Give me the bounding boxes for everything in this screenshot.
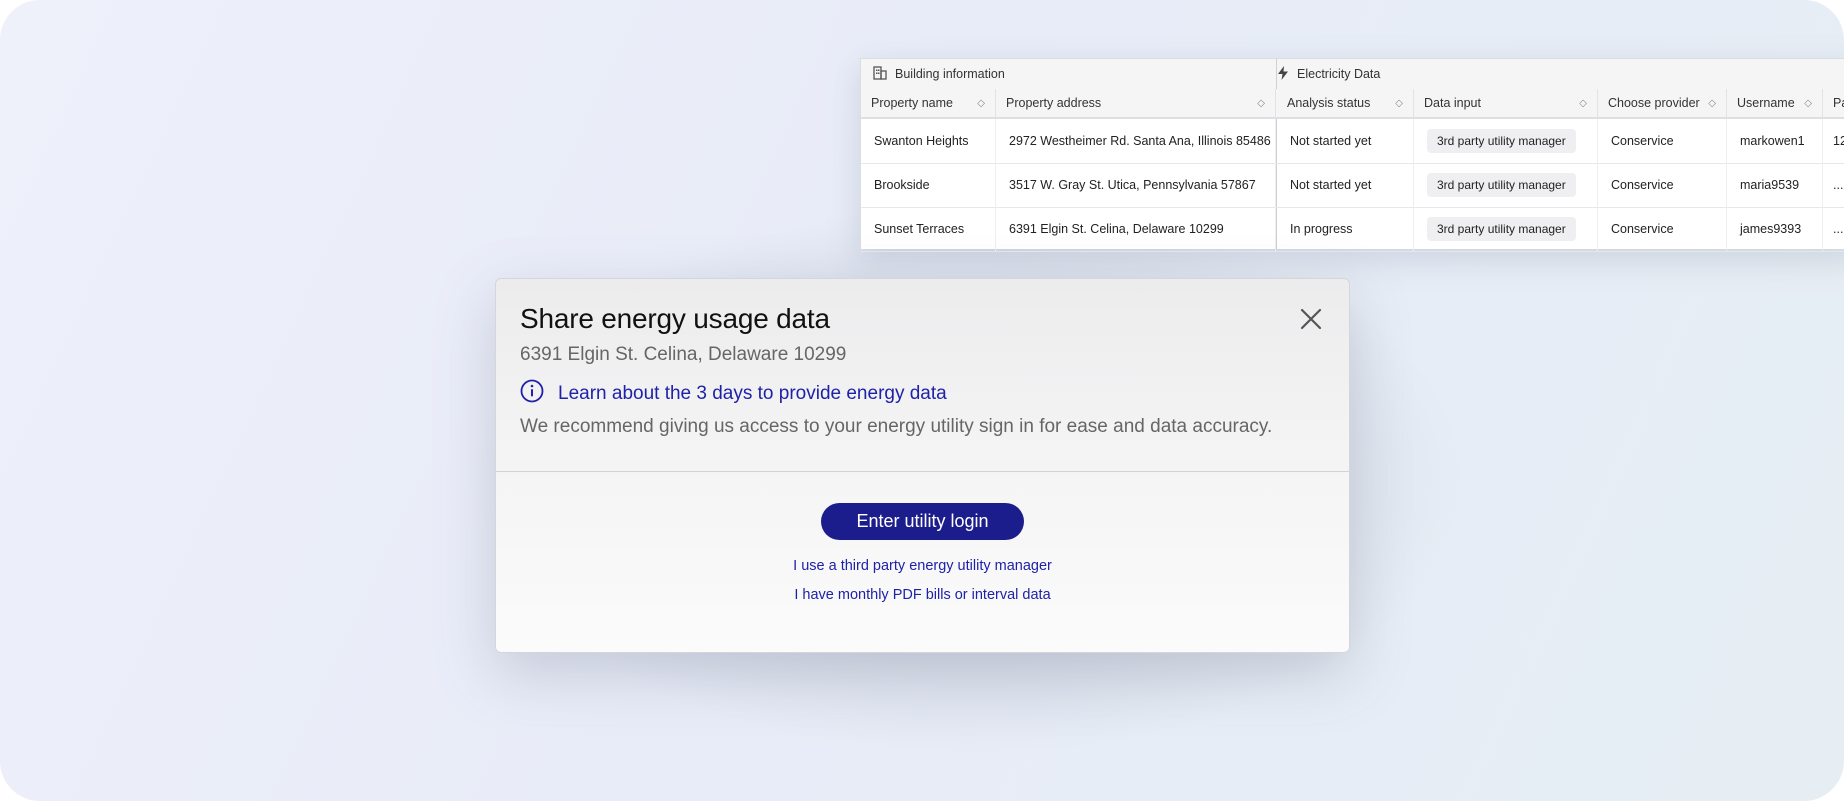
cell-property-address: 6391 Elgin St. Celina, Delaware 10299 [996, 207, 1276, 251]
share-energy-dialog: Share energy usage data 6391 Elgin St. C… [495, 278, 1350, 653]
cell-password: .... [1833, 222, 1844, 236]
header-property-address[interactable]: Property address ◇ [996, 89, 1276, 117]
close-icon[interactable] [1296, 304, 1326, 334]
cell-provider[interactable]: Conservice [1598, 163, 1727, 207]
header-username[interactable]: Username ◇ [1727, 89, 1823, 117]
building-icon [873, 65, 887, 83]
header-label: Pa [1833, 96, 1844, 110]
bolt-icon [1277, 65, 1289, 83]
enter-utility-login-button[interactable]: Enter utility login [821, 503, 1024, 540]
header-label: Property name [871, 96, 953, 110]
third-party-manager-link[interactable]: I use a third party energy utility manag… [496, 558, 1349, 574]
data-input-chip[interactable]: 3rd party utility manager [1427, 129, 1576, 153]
table-row[interactable]: Swanton Heights 2972 Westheimer Rd. Sant… [861, 119, 1844, 164]
header-label: Analysis status [1287, 96, 1371, 110]
cell-provider[interactable]: Conservice [1598, 207, 1727, 251]
table-row[interactable]: Brookside 3517 W. Gray St. Utica, Pennsy… [861, 163, 1844, 208]
recommendation-text: We recommend giving us access to your en… [520, 416, 1273, 437]
cell-property-name: Sunset Terraces [861, 207, 996, 251]
cell-property-name: Swanton Heights [861, 119, 996, 163]
header-password[interactable]: Pa [1823, 89, 1844, 117]
sort-icon[interactable]: ◇ [1708, 98, 1716, 109]
header-property-name[interactable]: Property name ◇ [861, 89, 996, 117]
group-building-information: Building information [873, 59, 1005, 89]
cell-data-input[interactable]: 3rd party utility manager [1414, 119, 1598, 163]
header-label: Property address [1006, 96, 1102, 110]
cell-password: 12 [1833, 134, 1844, 148]
cell-analysis-status: Not started yet [1277, 163, 1414, 207]
cell-username: markowen1 [1727, 119, 1823, 163]
sort-icon[interactable]: ◇ [1804, 98, 1812, 109]
dialog-divider [496, 471, 1349, 472]
header-data-input[interactable]: Data input ◇ [1414, 89, 1598, 117]
cell-analysis-status: In progress [1277, 207, 1414, 251]
cell-analysis-status: Not started yet [1277, 119, 1414, 163]
dialog-address: 6391 Elgin St. Celina, Delaware 10299 [520, 344, 847, 365]
sort-icon[interactable]: ◇ [1579, 98, 1587, 109]
data-input-chip[interactable]: 3rd party utility manager [1427, 173, 1576, 197]
group-label: Electricity Data [1297, 67, 1381, 81]
cell-property-address: 2972 Westheimer Rd. Santa Ana, Illinois … [996, 119, 1276, 163]
sort-icon[interactable]: ◇ [1257, 98, 1265, 109]
cell-provider[interactable]: Conservice [1598, 119, 1727, 163]
header-label: Choose provider [1608, 96, 1700, 110]
table-row[interactable]: Sunset Terraces 6391 Elgin St. Celina, D… [861, 207, 1844, 252]
cell-property-address: 3517 W. Gray St. Utica, Pennsylvania 578… [996, 163, 1276, 207]
table-group-header: Building information Electricity Data [861, 59, 1844, 90]
sort-icon[interactable]: ◇ [977, 98, 985, 109]
dialog-title: Share energy usage data [520, 303, 830, 334]
cell-data-input[interactable]: 3rd party utility manager [1414, 207, 1598, 251]
learn-more-label[interactable]: Learn about the 3 days to provide energy… [558, 383, 947, 405]
pdf-bills-link[interactable]: I have monthly PDF bills or interval dat… [496, 587, 1349, 603]
background-canvas: Building information Electricity Data Pr… [0, 0, 1844, 801]
header-label: Username [1737, 96, 1795, 110]
sort-icon[interactable]: ◇ [1395, 98, 1403, 109]
cell-data-input[interactable]: 3rd party utility manager [1414, 163, 1598, 207]
header-analysis-status[interactable]: Analysis status ◇ [1277, 89, 1414, 117]
cell-property-name: Brookside [861, 163, 996, 207]
table-header-row: Property name ◇ Property address ◇ Analysi… [861, 89, 1844, 119]
group-electricity-data: Electricity Data [1277, 59, 1380, 89]
group-label: Building information [895, 67, 1005, 81]
learn-more-link[interactable]: Learn about the 3 days to provide energy… [520, 379, 947, 409]
property-data-table: Building information Electricity Data Pr… [860, 58, 1844, 252]
cell-password: .... [1833, 178, 1844, 192]
cell-username: maria9539 [1727, 163, 1823, 207]
cell-username: james9393 [1727, 207, 1823, 251]
info-icon [520, 379, 544, 409]
data-input-chip[interactable]: 3rd party utility manager [1427, 217, 1576, 241]
header-choose-provider[interactable]: Choose provider ◇ [1598, 89, 1727, 117]
header-label: Data input [1424, 96, 1481, 110]
